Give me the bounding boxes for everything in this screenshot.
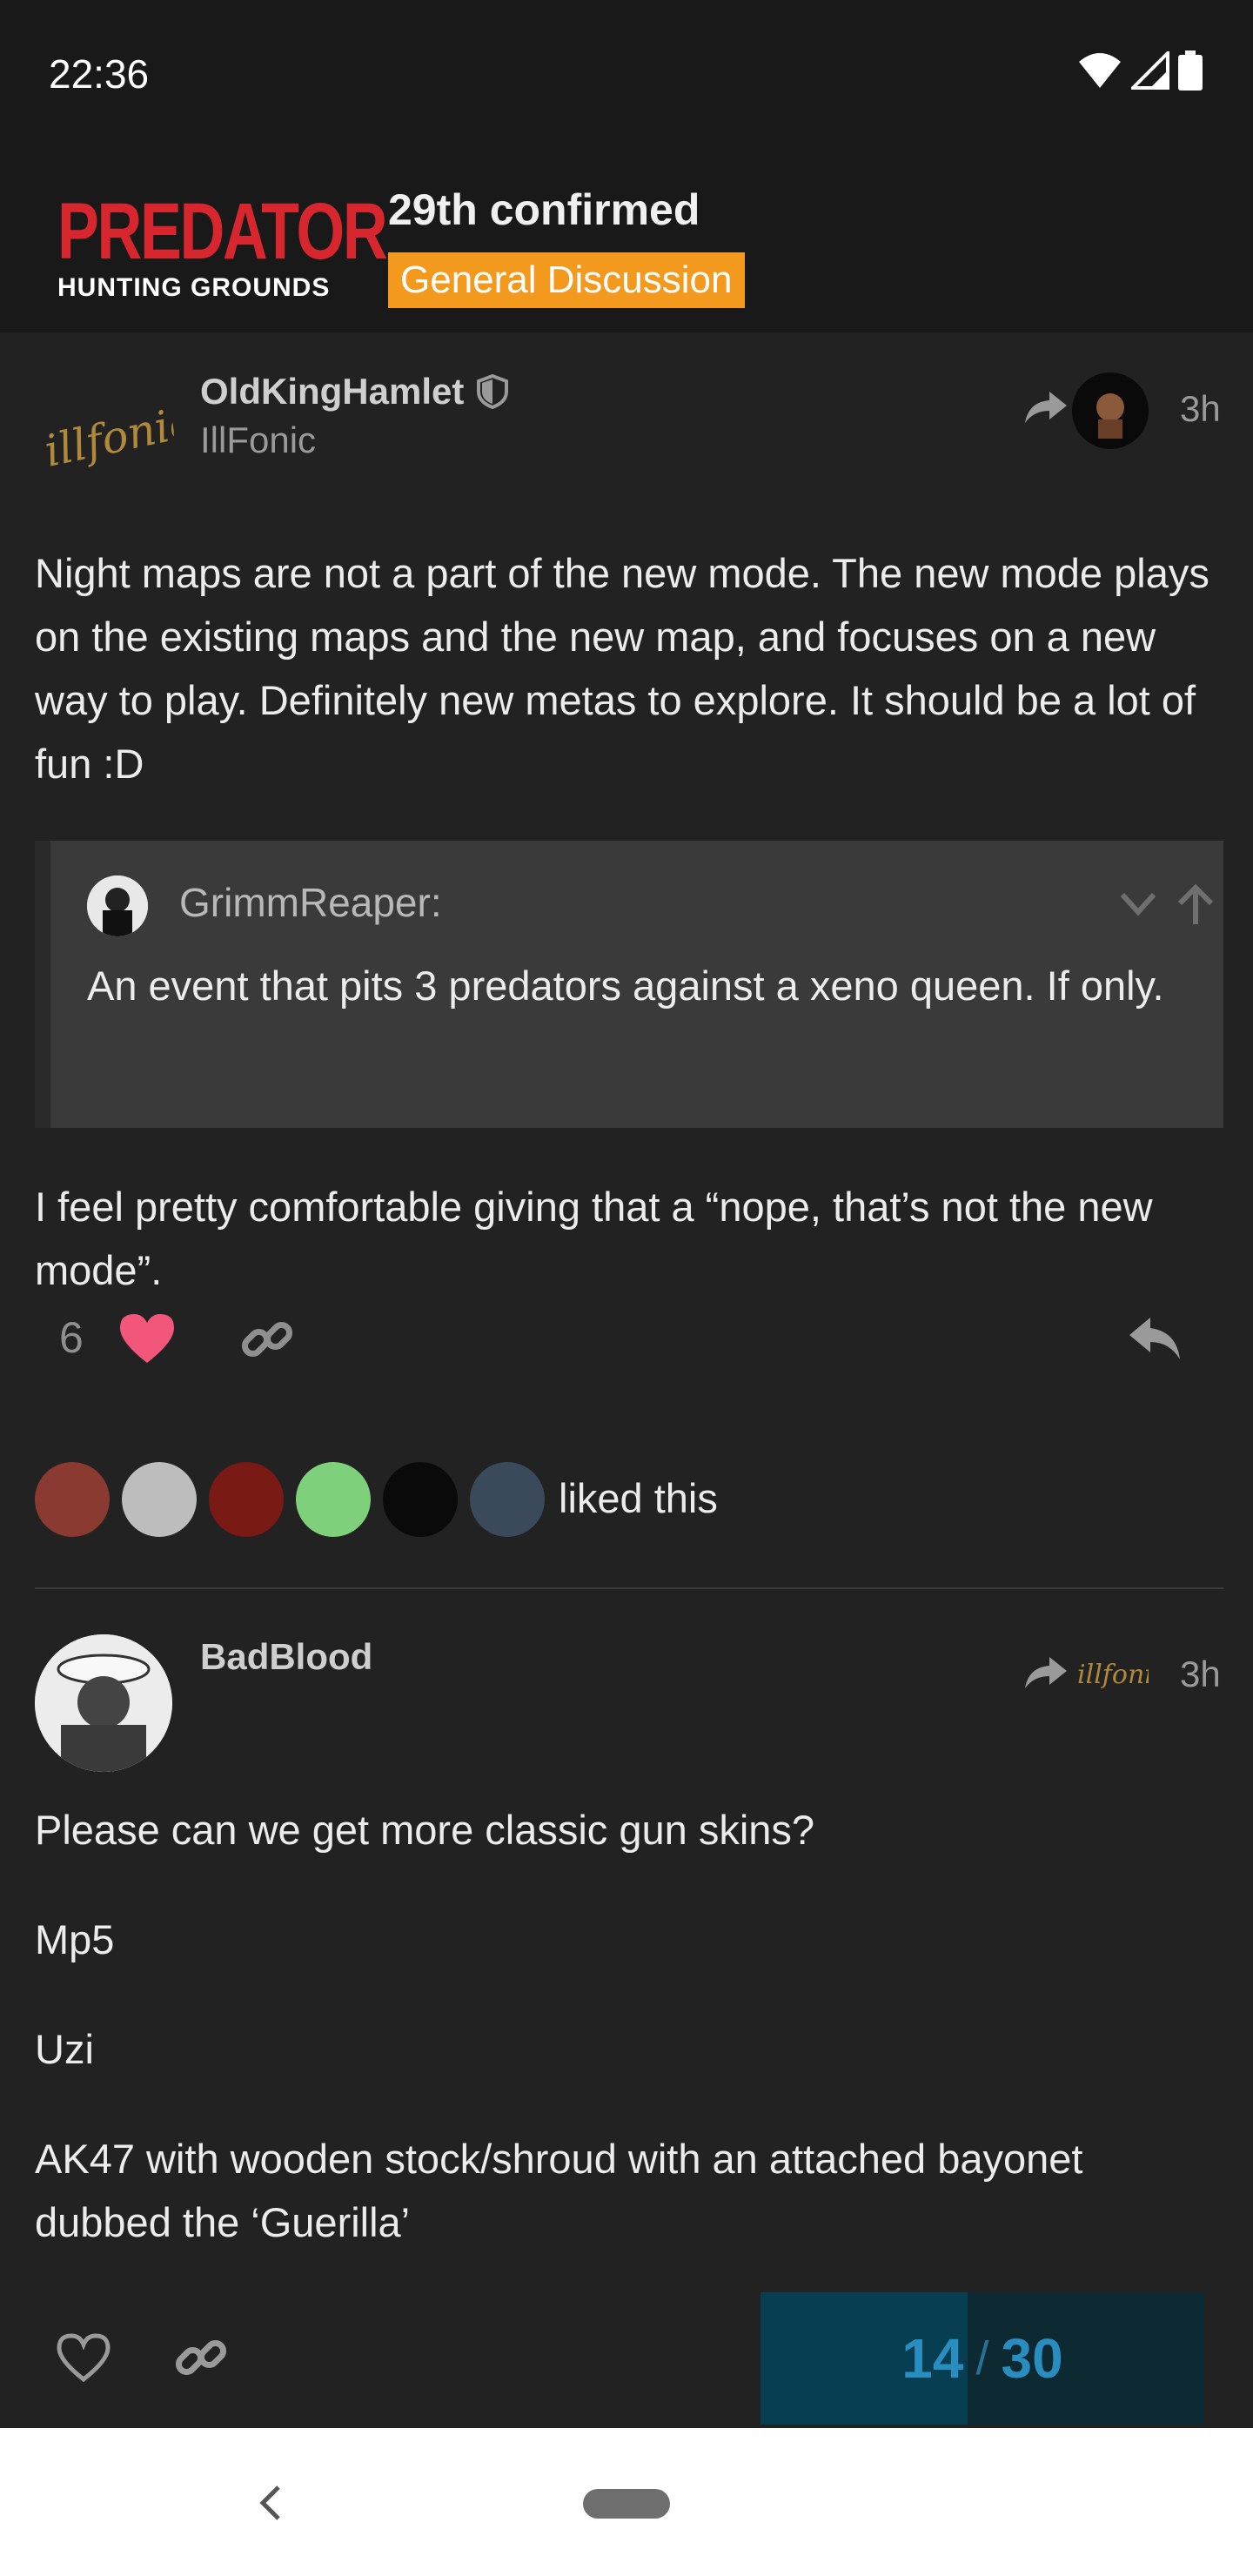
wifi-icon (1079, 53, 1121, 88)
predator-avatar-icon (1096, 393, 1124, 439)
post-line: Mp5 (35, 1916, 115, 1962)
post-line: AK47 with wooden stock/shroud with an at… (35, 2136, 1083, 2245)
quote-block: GrimmReaper: An event that pits 3 predat… (35, 841, 1223, 1128)
reply-to-avatar[interactable] (1072, 372, 1149, 449)
logo-subtitle: HUNTING GROUNDS (57, 273, 331, 302)
liker-avatar[interactable] (209, 1462, 284, 1537)
quote-username[interactable]: GrimmReaper: (179, 879, 442, 926)
reply-to-avatar[interactable]: illfonic (1075, 1647, 1149, 1699)
liker-avatar[interactable] (122, 1462, 197, 1537)
post-badblood: BadBlood illfonic 3h Please can we get m… (35, 1589, 1223, 2285)
liker-avatar[interactable] (383, 1462, 458, 1537)
heart-icon[interactable] (118, 1312, 176, 1365)
avatar[interactable] (35, 1634, 172, 1772)
link-icon[interactable] (240, 1312, 294, 1366)
status-time: 22:36 (49, 51, 150, 97)
chevron-down-icon[interactable] (1119, 891, 1157, 917)
arrow-up-icon[interactable] (1176, 882, 1215, 926)
liker-avatar[interactable] (35, 1462, 110, 1537)
post-time[interactable]: 3h (1180, 388, 1221, 430)
illfonic-logo-icon: illfonic (35, 367, 174, 506)
avatar[interactable]: illfonic (35, 367, 174, 506)
svg-text:illfonic: illfonic (1077, 1660, 1149, 1690)
heart-outline-icon[interactable] (56, 2332, 111, 2383)
post-line: Uzi (35, 2026, 94, 2072)
post-line: Please can we get more classic gun skins… (35, 1807, 815, 1853)
progress-separator: / (975, 2332, 989, 2385)
post-username[interactable]: BadBlood (200, 1636, 372, 1678)
back-icon[interactable] (258, 2484, 284, 2522)
system-nav-bar (0, 2428, 1253, 2576)
reply-to-arrow-icon[interactable] (1023, 390, 1069, 425)
post-oldkinghamlet: illfonic OldKingHamlet IllFonic 3h Night… (35, 332, 1223, 1586)
topic-header: PREDATOR HUNTING GROUNDS 29th confirmed … (0, 148, 1253, 332)
status-bar: 22:36 (0, 0, 1253, 148)
progress-label: 14 / 30 (761, 2292, 1204, 2425)
battery-icon (1178, 50, 1203, 91)
reply-to-arrow-icon[interactable] (1023, 1655, 1069, 1690)
progress-total: 30 (1001, 2327, 1063, 2390)
site-logo[interactable]: PREDATOR HUNTING GROUNDS (57, 187, 388, 302)
progress-current: 14 (901, 2327, 964, 2390)
like-count[interactable]: 6 (59, 1312, 84, 1363)
cell-signal-icon (1131, 51, 1169, 90)
user-title: IllFonic (200, 419, 317, 460)
shield-icon (477, 374, 508, 409)
liked-this-text: liked this (559, 1475, 718, 1521)
home-pill[interactable] (583, 2489, 670, 2519)
post-username[interactable]: OldKingHamlet (200, 371, 464, 413)
topic-progress[interactable]: 14 / 30 (761, 2292, 1204, 2425)
liker-avatar[interactable] (296, 1462, 371, 1537)
category-badge[interactable]: General Discussion (388, 252, 745, 308)
reply-icon[interactable] (1128, 1316, 1183, 1363)
post-paragraph: Night maps are not a part of the new mod… (35, 550, 1209, 787)
post-time[interactable]: 3h (1180, 1654, 1221, 1695)
badblood-avatar-icon (35, 1634, 172, 1772)
liker-avatar[interactable] (470, 1462, 545, 1537)
status-icons (1077, 50, 1203, 91)
grimmreaper-avatar-icon (87, 875, 148, 936)
topic-title[interactable]: 29th confirmed (388, 184, 700, 235)
link-icon[interactable] (174, 2331, 228, 2385)
quote-text: An event that pits 3 predators against a… (87, 963, 1164, 1009)
logo-title: PREDATOR (57, 187, 388, 276)
post-paragraph: I feel pretty comfortable giving that a … (35, 1184, 1153, 1293)
quote-avatar (87, 875, 148, 936)
